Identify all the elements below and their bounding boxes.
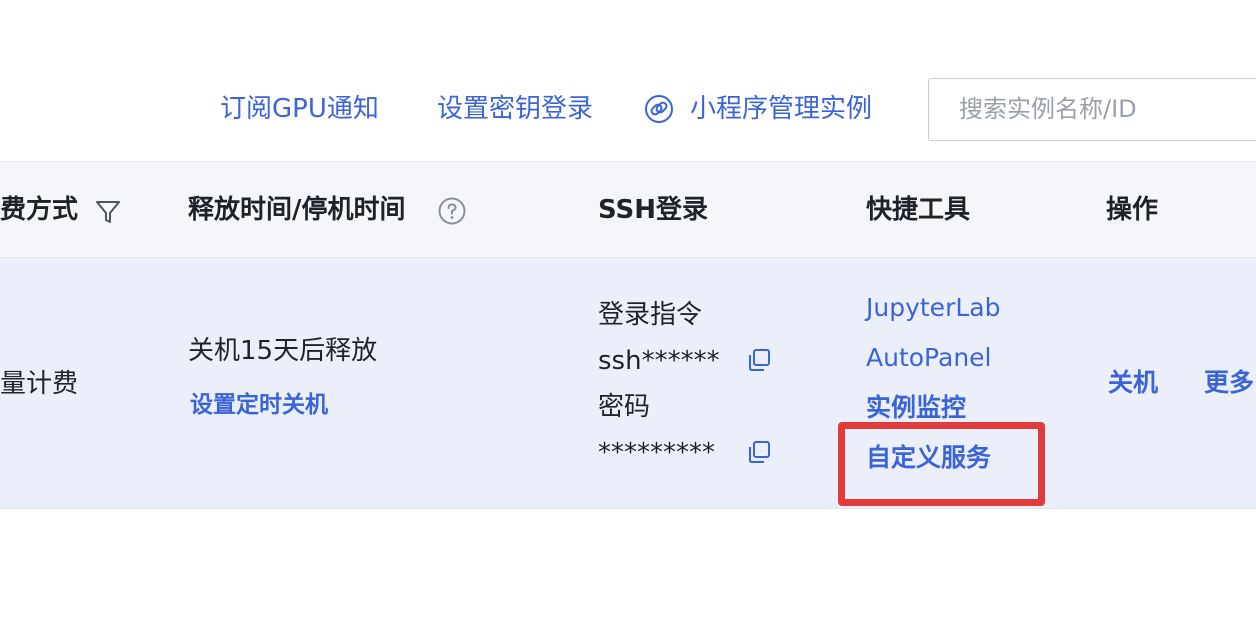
copy-password-icon[interactable]	[746, 439, 772, 465]
set-scheduled-shutdown-link[interactable]: 设置定时关机	[190, 390, 328, 420]
table-header: 费方式 释放时间/停机时间 SSH登录 快捷工具 操作	[0, 161, 1256, 258]
shutdown-button[interactable]: 关机	[1108, 367, 1158, 399]
filter-icon[interactable]	[94, 198, 122, 226]
help-icon[interactable]	[437, 196, 467, 226]
autopanel-link[interactable]: AutoPanel	[866, 342, 992, 374]
password-value: *********	[598, 438, 715, 468]
header-ssh-login: SSH登录	[598, 195, 709, 225]
miniprogram-manage-link[interactable]: 小程序管理实例	[690, 92, 872, 126]
copy-ssh-command-icon[interactable]	[746, 347, 772, 373]
instance-list-page: 订阅GPU通知 设置密钥登录 小程序管理实例 费方式 释放时间/停机时间 SSH…	[0, 0, 1256, 638]
header-release-time: 释放时间/停机时间	[188, 195, 406, 225]
instance-search-box[interactable]	[928, 78, 1256, 141]
link-icon[interactable]	[644, 94, 674, 124]
custom-service-link[interactable]: 自定义服务	[866, 442, 991, 474]
ssh-key-login-link[interactable]: 设置密钥登录	[437, 92, 593, 126]
jupyterlab-link[interactable]: JupyterLab	[866, 292, 1000, 324]
search-input[interactable]	[959, 91, 1256, 127]
subscribe-gpu-notice-link[interactable]: 订阅GPU通知	[220, 92, 379, 126]
ssh-command-label: 登录指令	[598, 300, 703, 330]
billing-method: 量计费	[0, 369, 79, 399]
header-actions: 操作	[1106, 195, 1159, 225]
instance-monitor-link[interactable]: 实例监控	[866, 392, 966, 424]
release-status: 关机15天后释放	[188, 336, 378, 366]
password-label: 密码	[598, 392, 651, 422]
header-quick-tools: 快捷工具	[866, 195, 971, 225]
more-actions-button[interactable]: 更多	[1204, 367, 1254, 399]
table-row: 量计费 关机15天后释放 设置定时关机 登录指令 ssh****** 密码 **…	[0, 258, 1256, 509]
header-billing: 费方式	[0, 195, 79, 225]
ssh-command-value: ssh******	[598, 346, 720, 376]
